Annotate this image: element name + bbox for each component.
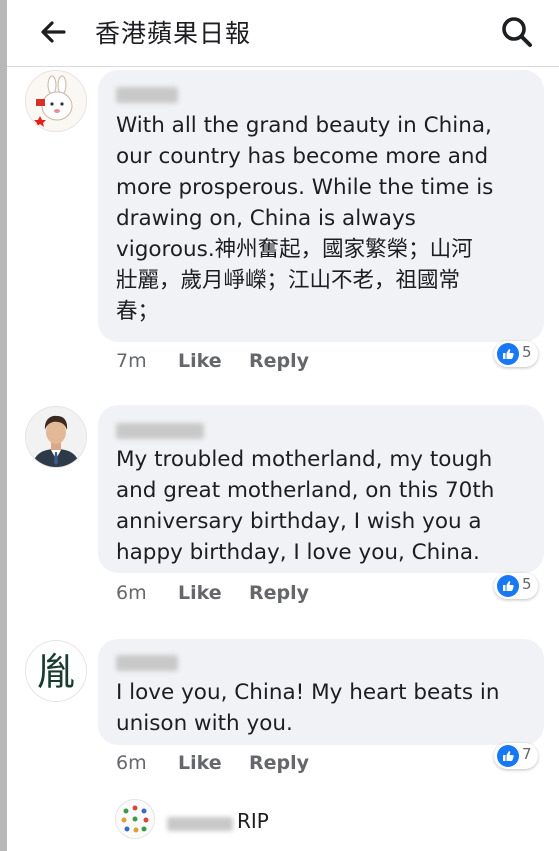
page-title: 香港蘋果日報 (95, 19, 252, 48)
reply-author-redacted (167, 817, 233, 831)
commenter-avatar[interactable]: 胤 (25, 640, 87, 702)
calligraphy-avatar-icon: 胤 (26, 641, 86, 701)
comment-bubble[interactable]: With all the grand beauty in China, our … (98, 70, 544, 342)
app-header: 香港蘋果日報 (7, 0, 559, 67)
reaction-count: 5 (522, 575, 532, 593)
thumbs-up-icon (497, 745, 519, 767)
reaction-badge[interactable]: 7 (494, 743, 538, 769)
comment-time: 6m (116, 752, 147, 774)
avatar-glyph: 胤 (37, 650, 75, 694)
reaction-badge[interactable]: 5 (494, 573, 538, 599)
comment-author-redacted (116, 423, 204, 439)
comment-author-redacted (116, 655, 178, 671)
reaction-count: 5 (522, 343, 532, 361)
comment-bubble[interactable]: I love you, China! My heart beats in uni… (98, 639, 544, 745)
reply-button[interactable]: Reply (249, 350, 309, 372)
commenter-avatar[interactable] (25, 406, 87, 468)
like-button[interactable]: Like (178, 350, 222, 372)
person-avatar-icon (26, 407, 86, 467)
comment-text: I love you, China! My heart beats in uni… (116, 680, 500, 736)
comment-time: 6m (116, 582, 147, 604)
thumbs-up-icon (497, 575, 519, 597)
reply-avatar[interactable] (115, 799, 155, 839)
commenter-avatar[interactable] (25, 70, 87, 132)
comment-text: With all the grand beauty in China, our … (116, 113, 494, 324)
reply-preview-text[interactable]: RIP (237, 809, 269, 833)
back-arrow-icon[interactable] (37, 16, 69, 48)
thumbs-up-icon (497, 343, 519, 365)
rabbit-avatar-icon (26, 71, 86, 131)
reaction-badge[interactable]: 5 (494, 341, 538, 367)
like-button[interactable]: Like (178, 582, 222, 604)
search-icon[interactable] (499, 14, 535, 50)
reply-button[interactable]: Reply (249, 582, 309, 604)
comment-time: 7m (116, 350, 147, 372)
reply-button[interactable]: Reply (249, 752, 309, 774)
like-button[interactable]: Like (178, 752, 222, 774)
dotted-avatar-icon (116, 800, 154, 838)
comment-bubble[interactable]: My troubled motherland, my tough and gre… (98, 405, 544, 573)
reaction-count: 7 (522, 745, 532, 763)
comment-text: My troubled motherland, my tough and gre… (116, 447, 495, 565)
left-edge-divider (0, 0, 7, 851)
comment-author-redacted (116, 87, 178, 103)
